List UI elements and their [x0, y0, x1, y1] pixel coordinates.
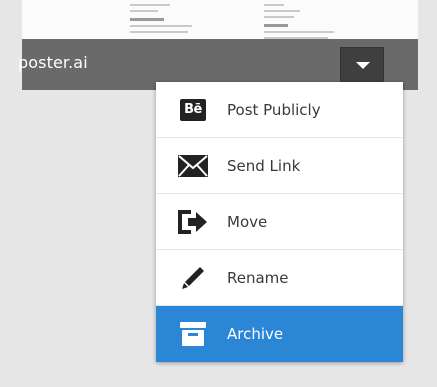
pencil-icon [176, 263, 210, 293]
file-options-dropdown-button[interactable] [340, 47, 384, 83]
archive-box-icon [176, 319, 210, 349]
menu-item-label: Move [227, 212, 268, 231]
menu-item-label: Archive [227, 325, 284, 343]
menu-item-rename[interactable]: Rename [156, 250, 403, 306]
menu-item-move[interactable]: Move [156, 194, 403, 250]
move-arrow-icon [176, 207, 210, 237]
menu-item-post-publicly[interactable]: Bē Post Publicly [156, 82, 403, 138]
menu-item-label: Send Link [227, 156, 301, 175]
file-name: poster.ai [18, 53, 88, 72]
caret-down-icon [356, 62, 370, 69]
menu-item-send-link[interactable]: Send Link [156, 138, 403, 194]
envelope-icon [176, 151, 210, 181]
menu-item-archive[interactable]: Archive [156, 306, 403, 362]
file-actions-menu: Bē Post Publicly Send Link Move Rename A… [156, 82, 403, 362]
behance-icon: Bē [176, 95, 210, 125]
menu-item-label: Rename [227, 268, 289, 287]
menu-item-label: Post Publicly [227, 100, 321, 119]
